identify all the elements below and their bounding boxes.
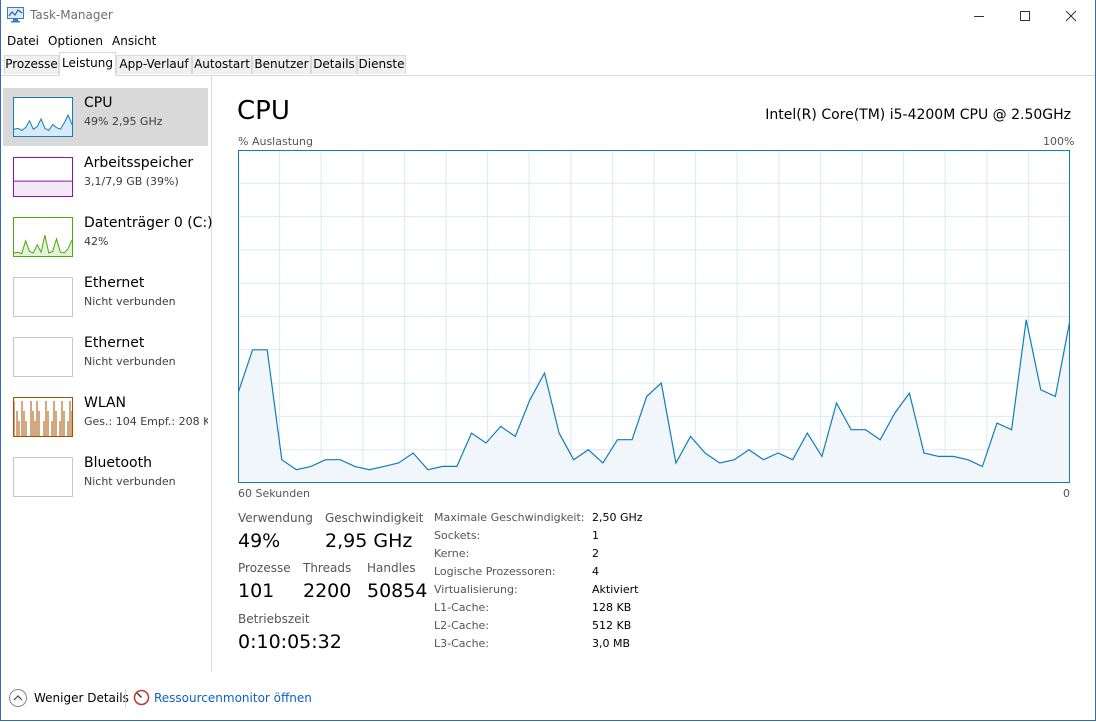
sidebar-item-value: 3,1/7,9 GB (39%) xyxy=(84,175,179,188)
title-bar[interactable]: Task-Manager xyxy=(1,0,1095,31)
tab-app-verlauf[interactable]: App-Verlauf xyxy=(116,55,192,74)
cpu-mini-graph xyxy=(13,97,73,137)
threads-label: Threads xyxy=(303,561,352,575)
speed-label: Geschwindigkeit xyxy=(325,511,424,525)
mini-graph-frame xyxy=(13,337,73,377)
sidebar-item-wlan[interactable]: WLAN Ges.: 104 Empf.: 208 KBit/s xyxy=(3,388,208,446)
menu-datei[interactable]: Datei xyxy=(7,34,39,48)
resource-monitor-icon xyxy=(133,689,150,706)
cpu-usage-graph xyxy=(238,150,1070,483)
uptime-label: Betriebszeit xyxy=(238,612,310,626)
tab-dienste[interactable]: Dienste xyxy=(357,55,406,74)
info-virtualization-value: Aktiviert xyxy=(592,583,639,596)
minimize-button[interactable] xyxy=(956,0,1002,31)
graph-y-label: % Auslastung xyxy=(238,135,313,148)
disk-mini-graph xyxy=(13,217,73,257)
handles-value: 50854 xyxy=(367,580,428,602)
window-title: Task-Manager xyxy=(30,8,113,22)
graph-x-right: 0 xyxy=(1063,487,1070,500)
sidebar-item-value: Ges.: 104 Empf.: 208 KBit/s xyxy=(84,415,208,428)
info-l3-key: L3-Cache: xyxy=(434,637,490,650)
info-max-speed-key: Maximale Geschwindigkeit: xyxy=(434,511,585,524)
uptime-value: 0:10:05:32 xyxy=(238,631,342,653)
mini-graph-frame xyxy=(13,457,73,497)
open-resource-monitor-link[interactable]: Ressourcenmonitor öffnen xyxy=(154,691,312,705)
menu-optionen[interactable]: Optionen xyxy=(48,34,103,48)
footer-bar: Weniger Details Ressourcenmonitor öffnen xyxy=(1,684,1095,714)
graph-x-left: 60 Sekunden xyxy=(238,487,310,500)
sidebar-item-value: Nicht verbunden xyxy=(84,475,176,488)
tab-prozesse[interactable]: Prozesse xyxy=(4,55,59,74)
sidebar-item-value: 42% xyxy=(84,235,109,248)
tab-leistung[interactable]: Leistung xyxy=(59,52,116,76)
usage-label: Verwendung xyxy=(238,511,313,525)
info-sockets-key: Sockets: xyxy=(434,529,481,542)
sidebar-item-label: Ethernet xyxy=(84,275,145,291)
info-cores-key: Kerne: xyxy=(434,547,470,560)
usage-value: 49% xyxy=(238,530,281,552)
info-l1-value: 128 KB xyxy=(592,601,632,614)
sidebar-item-label: Bluetooth xyxy=(84,455,152,471)
sidebar-item-ethernet-2[interactable]: Ethernet Nicht verbunden xyxy=(3,328,208,386)
info-l2-value: 512 KB xyxy=(592,619,632,632)
sidebar-item-disk[interactable]: Datenträger 0 (C:) 42% xyxy=(3,208,213,266)
sidebar-item-ethernet-1[interactable]: Ethernet Nicht verbunden xyxy=(3,268,208,326)
processes-value: 101 xyxy=(238,580,275,602)
speed-value: 2,95 GHz xyxy=(325,530,413,552)
mini-graph-area xyxy=(14,181,72,196)
info-cores-value: 2 xyxy=(592,547,599,560)
graph-y-max: 100% xyxy=(1043,135,1075,148)
menu-ansicht[interactable]: Ansicht xyxy=(112,34,156,48)
chevron-up-icon[interactable] xyxy=(8,688,28,708)
sidebar-item-label: WLAN xyxy=(84,395,127,411)
info-logical-value: 4 xyxy=(592,565,599,578)
wlan-mini-graph xyxy=(13,397,73,437)
maximize-icon xyxy=(1020,10,1030,21)
info-l3-value: 3,0 MB xyxy=(592,637,631,650)
sidebar-item-label: Datenträger 0 (C:) xyxy=(84,215,213,231)
sidebar-item-bluetooth[interactable]: Bluetooth Nicht verbunden xyxy=(3,448,208,506)
info-sockets-value: 1 xyxy=(592,529,599,542)
memory-mini-graph xyxy=(13,157,73,197)
sidebar-item-label: Ethernet xyxy=(84,335,145,351)
maximize-button[interactable] xyxy=(1002,0,1048,31)
tab-details[interactable]: Details xyxy=(311,55,357,74)
sidebar-item-cpu[interactable]: CPU 49% 2,95 GHz xyxy=(3,88,208,146)
tab-bar: Prozesse Leistung App-Verlauf Autostart … xyxy=(1,51,1095,76)
sidebar-item-value: Nicht verbunden xyxy=(84,295,176,308)
ethernet-mini-graph xyxy=(13,277,73,317)
sidebar-item-label: CPU xyxy=(84,95,113,111)
tab-autostart[interactable]: Autostart xyxy=(192,55,252,74)
info-max-speed-value: 2,50 GHz xyxy=(592,511,643,524)
sidebar-item-value: 49% 2,95 GHz xyxy=(84,115,163,128)
handles-label: Handles xyxy=(367,561,416,575)
info-virtualization-key: Virtualisierung: xyxy=(434,583,518,596)
page-title: CPU xyxy=(237,96,290,126)
mini-graph-frame xyxy=(13,277,73,317)
processes-label: Prozesse xyxy=(238,561,291,575)
resource-sidebar: CPU 49% 2,95 GHz Arbeitsspeicher 3,1/7,9… xyxy=(1,76,213,672)
info-l1-key: L1-Cache: xyxy=(434,601,490,614)
tab-benutzer[interactable]: Benutzer xyxy=(252,55,311,74)
minimize-icon xyxy=(974,15,984,17)
bluetooth-mini-graph xyxy=(13,457,73,497)
close-icon xyxy=(1065,10,1077,21)
info-l2-key: L2-Cache: xyxy=(434,619,490,632)
threads-value: 2200 xyxy=(303,580,352,602)
info-logical-key: Logische Prozessoren: xyxy=(434,565,556,578)
close-button[interactable] xyxy=(1048,0,1094,31)
ethernet-mini-graph xyxy=(13,337,73,377)
menu-bar: Datei Optionen Ansicht xyxy=(1,31,1095,51)
footer-divider xyxy=(125,689,126,707)
sidebar-item-label: Arbeitsspeicher xyxy=(84,155,194,171)
task-manager-window: Task-Manager Datei Optionen Ansicht Proz… xyxy=(0,0,1096,721)
sidebar-item-memory[interactable]: Arbeitsspeicher 3,1/7,9 GB (39%) xyxy=(3,148,208,206)
fewer-details-button[interactable]: Weniger Details xyxy=(34,691,129,705)
sidebar-item-value: Nicht verbunden xyxy=(84,355,176,368)
task-manager-icon xyxy=(7,7,24,23)
cpu-model: Intel(R) Core(TM) i5-4200M CPU @ 2.50GHz xyxy=(765,107,1071,123)
